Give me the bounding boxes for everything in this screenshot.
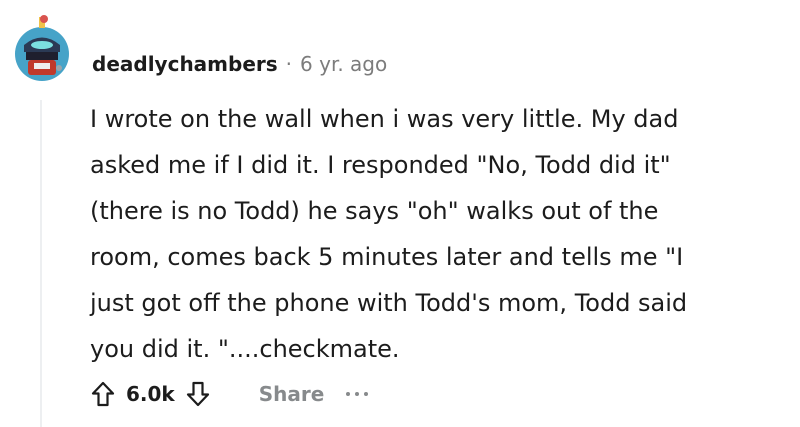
upvote-button[interactable] [86, 377, 120, 411]
comment: deadlychambers · 6 yr. ago I wrote on th… [0, 0, 800, 427]
comment-actions: 6.0k Share [86, 372, 369, 416]
more-options-icon [355, 392, 360, 396]
comment-body: I wrote on the wall when i was very litt… [90, 96, 790, 372]
more-options-icon [346, 392, 351, 396]
meta-separator: · [285, 52, 293, 76]
comment-line: I wrote on the wall when i was very litt… [90, 105, 679, 133]
more-options-button[interactable] [346, 377, 369, 411]
comment-line: you did it. "....checkmate. [90, 335, 400, 363]
upvote-arrow-icon [91, 381, 115, 407]
vote-score: 6.0k [126, 382, 175, 406]
share-button[interactable]: Share [259, 382, 325, 406]
thread-line[interactable] [40, 100, 42, 427]
comment-meta: deadlychambers · 6 yr. ago [92, 48, 387, 80]
comment-line: just got off the phone with Todd's mom, … [90, 289, 688, 317]
comment-line: asked me if I did it. I responded "No, T… [90, 151, 671, 179]
user-avatar[interactable] [10, 14, 74, 84]
comment-timestamp[interactable]: 6 yr. ago [300, 52, 387, 76]
downvote-button[interactable] [181, 377, 215, 411]
downvote-arrow-icon [186, 381, 209, 407]
comment-line: (there is no Todd) he says "oh" walks ou… [90, 197, 659, 225]
comment-line: room, comes back 5 minutes later and tel… [90, 243, 684, 271]
username-link[interactable]: deadlychambers [92, 52, 278, 76]
more-options-icon [364, 392, 369, 396]
